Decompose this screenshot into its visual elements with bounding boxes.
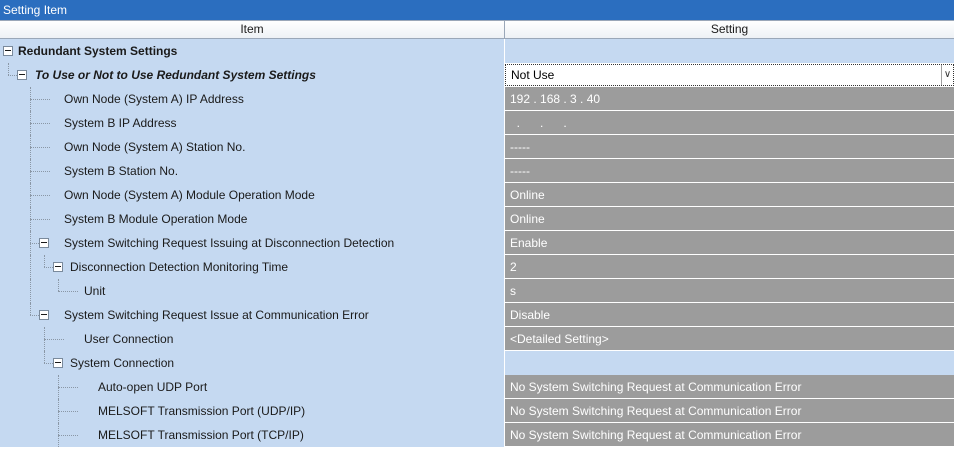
tree-row-redundant-system-settings[interactable]: Redundant System Settings bbox=[0, 39, 954, 63]
row-label: Own Node (System A) Station No. bbox=[64, 140, 246, 154]
tree-row-system-b-ip[interactable]: System B IP Address . . . bbox=[0, 111, 954, 135]
tree-row-melsoft-tcp[interactable]: MELSOFT Transmission Port (TCP/IP) No Sy… bbox=[0, 423, 954, 447]
melsoft-tcp-field[interactable]: No System Switching Request at Communica… bbox=[505, 423, 954, 447]
column-header-item: Item bbox=[0, 21, 505, 38]
row-label: Own Node (System A) IP Address bbox=[64, 92, 244, 106]
row-label: Disconnection Detection Monitoring Time bbox=[70, 260, 289, 274]
tree-row-switch-disconnection[interactable]: System Switching Request Issuing at Disc… bbox=[0, 231, 954, 255]
row-label: System Switching Request Issue at Commun… bbox=[64, 308, 369, 322]
user-connection-detailed-setting[interactable]: <Detailed Setting> bbox=[505, 327, 954, 351]
column-header-setting: Setting bbox=[710, 22, 749, 36]
row-label: System B Module Operation Mode bbox=[64, 212, 248, 226]
system-b-station-field[interactable]: ----- bbox=[505, 159, 954, 183]
row-label: MELSOFT Transmission Port (UDP/IP) bbox=[98, 404, 306, 418]
tree-row-use-redundant-settings[interactable]: To Use or Not to Use Redundant System Se… bbox=[0, 63, 954, 87]
switch-comm-error-field[interactable]: Disable bbox=[505, 303, 954, 327]
panel-title: Setting Item bbox=[0, 0, 954, 20]
row-label: MELSOFT Transmission Port (TCP/IP) bbox=[98, 428, 304, 442]
collapse-icon[interactable] bbox=[39, 310, 49, 320]
chevron-down-icon[interactable]: ∨ bbox=[941, 65, 953, 85]
row-value bbox=[505, 351, 954, 375]
collapse-icon[interactable] bbox=[3, 46, 13, 56]
row-label: Own Node (System A) Module Operation Mod… bbox=[64, 188, 315, 202]
row-label: User Connection bbox=[84, 332, 174, 346]
system-b-mode-field[interactable]: Online bbox=[505, 207, 954, 231]
tree-row-disconnection-monitoring-time[interactable]: Disconnection Detection Monitoring Time … bbox=[0, 255, 954, 279]
row-label: System Connection bbox=[70, 356, 175, 370]
monitoring-time-field[interactable]: 2 bbox=[505, 255, 954, 279]
collapse-icon[interactable] bbox=[53, 262, 63, 272]
tree-row-own-node-station[interactable]: Own Node (System A) Station No. ----- bbox=[0, 135, 954, 159]
unit-field[interactable]: s bbox=[505, 279, 954, 303]
collapse-icon[interactable] bbox=[39, 238, 49, 248]
tree-row-own-node-mode[interactable]: Own Node (System A) Module Operation Mod… bbox=[0, 183, 954, 207]
tree-row-switch-comm-error[interactable]: System Switching Request Issue at Commun… bbox=[0, 303, 954, 327]
row-label: Unit bbox=[84, 284, 106, 298]
tree-row-auto-open-udp[interactable]: Auto-open UDP Port No System Switching R… bbox=[0, 375, 954, 399]
collapse-icon[interactable] bbox=[17, 70, 27, 80]
row-label: System Switching Request Issuing at Disc… bbox=[64, 236, 395, 250]
tree-row-own-node-ip[interactable]: Own Node (System A) IP Address 192 . 168… bbox=[0, 87, 954, 111]
tree-row-melsoft-udp[interactable]: MELSOFT Transmission Port (UDP/IP) No Sy… bbox=[0, 399, 954, 423]
row-value bbox=[505, 39, 954, 63]
row-label: To Use or Not to Use Redundant System Se… bbox=[35, 68, 316, 82]
row-label: Auto-open UDP Port bbox=[98, 380, 208, 394]
own-node-station-field[interactable]: ----- bbox=[505, 135, 954, 159]
auto-open-udp-field[interactable]: No System Switching Request at Communica… bbox=[505, 375, 954, 399]
row-label: System B IP Address bbox=[64, 116, 177, 130]
tree-row-system-connection[interactable]: System Connection bbox=[0, 351, 954, 375]
switch-disconnection-field[interactable]: Enable bbox=[505, 231, 954, 255]
system-b-ip-field[interactable]: . . . bbox=[505, 111, 954, 135]
tree-row-unit[interactable]: Unit s bbox=[0, 279, 954, 303]
row-label: System B Station No. bbox=[64, 164, 179, 178]
settings-tree-grid: Redundant System Settings To Use or Not … bbox=[0, 39, 954, 447]
own-node-ip-field[interactable]: 192 . 168 . 3 . 40 bbox=[505, 87, 954, 111]
collapse-icon[interactable] bbox=[53, 358, 63, 368]
column-header: Item Setting bbox=[0, 20, 954, 39]
dropdown-value: Not Use bbox=[511, 68, 555, 82]
use-redundant-dropdown[interactable]: Not Use ∨ bbox=[505, 64, 954, 86]
melsoft-udp-field[interactable]: No System Switching Request at Communica… bbox=[505, 399, 954, 423]
tree-row-system-b-mode[interactable]: System B Module Operation Mode Online bbox=[0, 207, 954, 231]
tree-row-system-b-station[interactable]: System B Station No. ----- bbox=[0, 159, 954, 183]
row-label: Redundant System Settings bbox=[18, 44, 178, 58]
tree-row-user-connection[interactable]: User Connection <Detailed Setting> bbox=[0, 327, 954, 351]
own-node-mode-field[interactable]: Online bbox=[505, 183, 954, 207]
